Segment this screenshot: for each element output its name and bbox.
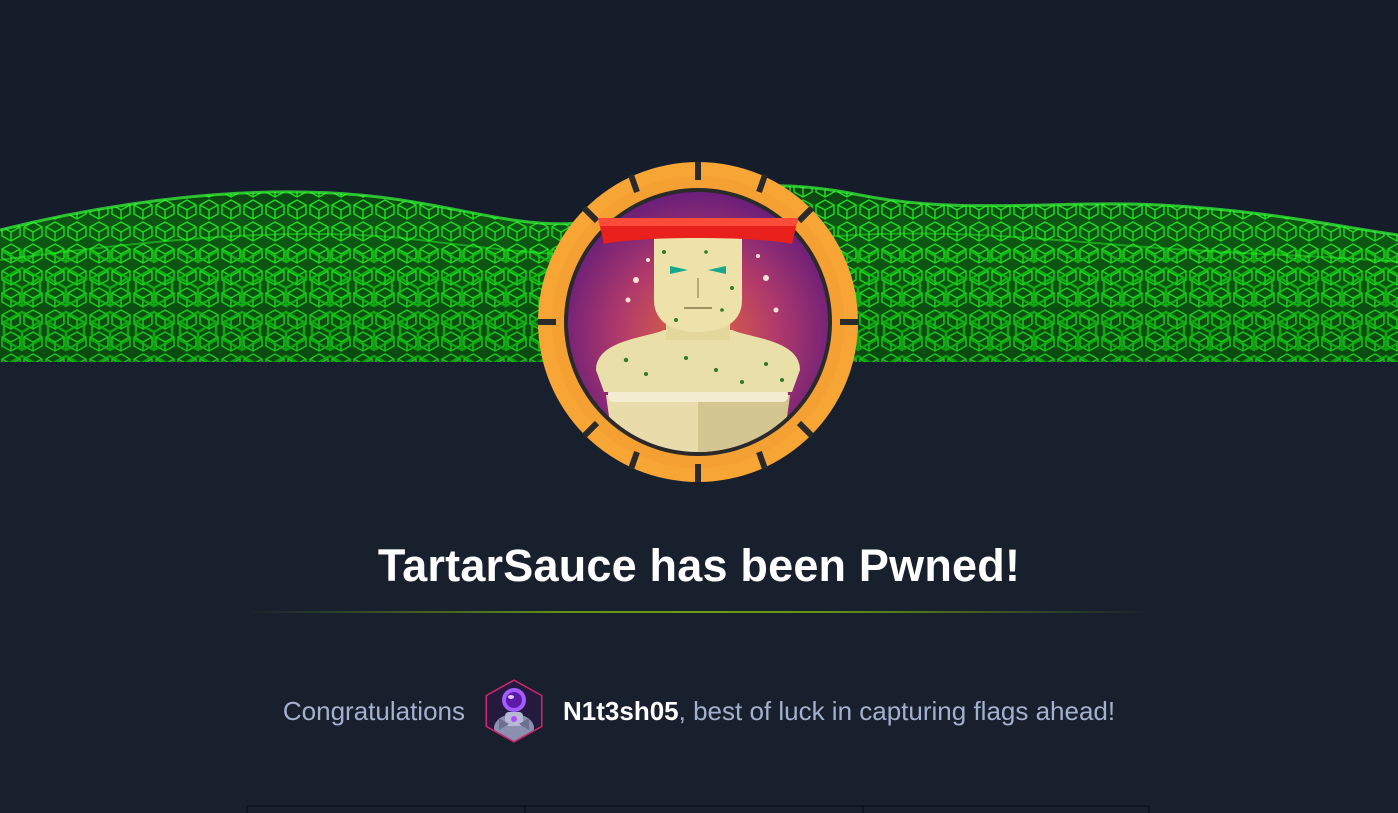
congratulations-prefix: Congratulations bbox=[282, 695, 465, 726]
congratulations-message: Congratulations N1t3sh05 , best of luck … bbox=[0, 676, 1398, 746]
title-divider bbox=[248, 611, 1148, 613]
page-title: TartarSauce has been Pwned! bbox=[377, 540, 1021, 591]
stats-cell bbox=[524, 807, 864, 813]
stats-table-top bbox=[246, 805, 1150, 813]
stats-cell bbox=[1148, 807, 1150, 813]
tartarsauce-machine-avatar-icon bbox=[538, 162, 858, 482]
machine-badge bbox=[536, 160, 860, 484]
username[interactable]: N1t3sh05 bbox=[563, 696, 679, 727]
astronaut-avatar-icon[interactable] bbox=[481, 678, 547, 744]
pwned-page: TartarSauce has been Pwned! Congratulati… bbox=[0, 0, 1398, 813]
congratulations-suffix: , best of luck in capturing flags ahead! bbox=[678, 695, 1116, 726]
stats-cell bbox=[862, 807, 1148, 813]
stats-cell bbox=[246, 807, 526, 813]
